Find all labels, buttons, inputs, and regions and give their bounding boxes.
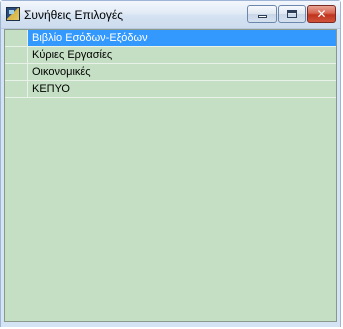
- list-item[interactable]: Κύριες Εργασίες: [5, 47, 336, 64]
- title-bar[interactable]: Συνήθεις Επιλογές ✕: [1, 1, 340, 29]
- list-item-label: Βιβλίο Εσόδων-Εξόδων: [32, 32, 148, 44]
- list-item[interactable]: Οικονομικές: [5, 64, 336, 81]
- list-item[interactable]: Βιβλίο Εσόδων-Εξόδων: [5, 30, 336, 47]
- maximize-button[interactable]: [278, 5, 306, 23]
- options-list: Βιβλίο Εσόδων-Εξόδων Κύριες Εργασίες Οικ…: [4, 29, 337, 322]
- minimize-button[interactable]: [247, 5, 277, 23]
- minimize-icon: [258, 15, 267, 18]
- row-indicator: [5, 30, 28, 46]
- window-bottom-border: [1, 324, 340, 327]
- list-item-label: ΚΕΠΥΟ: [32, 83, 70, 95]
- row-indicator: [5, 81, 28, 97]
- row-indicator: [5, 47, 28, 63]
- window-title: Συνήθεις Επιλογές: [24, 8, 124, 22]
- options-window: Συνήθεις Επιλογές ✕ Βιβλίο Εσόδων-Εξόδων…: [0, 0, 341, 327]
- list-item-label: Κύριες Εργασίες: [32, 49, 113, 61]
- list-item[interactable]: ΚΕΠΥΟ: [5, 81, 336, 98]
- maximize-icon: [287, 10, 297, 18]
- close-button[interactable]: ✕: [307, 5, 336, 23]
- app-icon[interactable]: [6, 7, 20, 21]
- list-item-label: Οικονομικές: [32, 66, 91, 78]
- row-indicator: [5, 64, 28, 80]
- close-icon: ✕: [316, 7, 327, 21]
